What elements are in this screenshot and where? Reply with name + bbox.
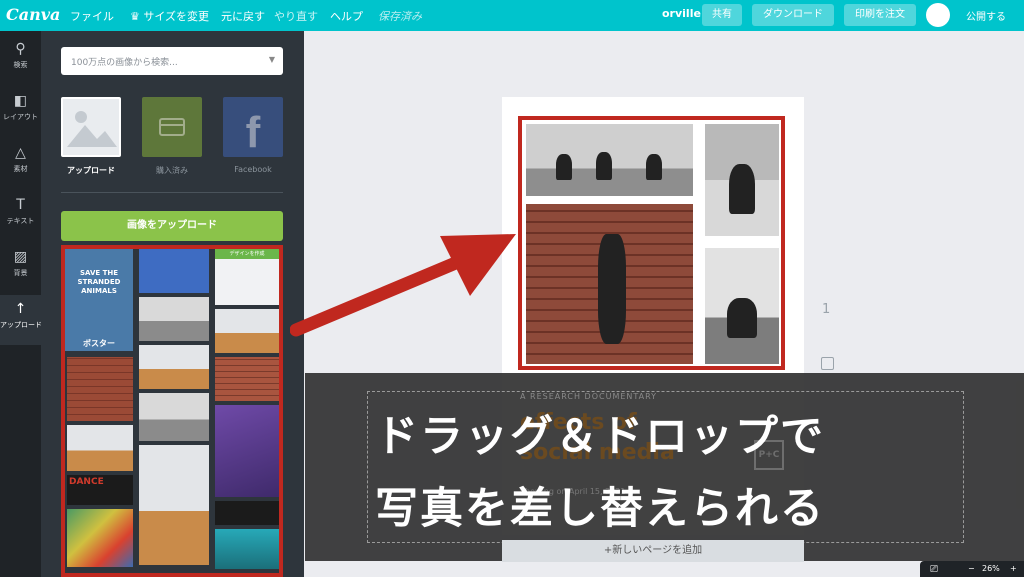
photo-collage[interactable] xyxy=(518,116,785,370)
canva-logo[interactable]: Canva xyxy=(6,5,60,24)
arrow-icon xyxy=(290,234,516,337)
copy-page-icon[interactable] xyxy=(821,357,834,370)
purchased-source-tile[interactable] xyxy=(142,97,202,157)
thumb-colorful[interactable] xyxy=(67,509,133,567)
source-label-facebook: Facebook xyxy=(234,165,272,174)
thumb-brick-dancer[interactable] xyxy=(67,357,133,421)
search-input[interactable]: 100万点の画像から検索... ▼ xyxy=(61,47,283,75)
nav-text[interactable]: T テキスト xyxy=(0,191,41,239)
facebook-icon: f xyxy=(246,108,261,157)
thumb-brick-2[interactable] xyxy=(215,357,279,401)
nav-elements[interactable]: △ 素材 xyxy=(0,139,41,187)
doc-label: A RESEARCH DOCUMENTARY xyxy=(520,392,658,401)
text-icon: T xyxy=(16,197,25,213)
facebook-source-tile[interactable]: f xyxy=(223,97,283,157)
upload-image-button[interactable]: 画像をアップロード xyxy=(61,211,283,241)
nav-upload[interactable]: ↑ アップロード xyxy=(0,295,41,345)
thumb-bw-group[interactable] xyxy=(139,297,209,341)
background-icon: ▨ xyxy=(13,249,28,265)
thumb-studio[interactable] xyxy=(67,425,133,471)
top-bar: Canva ファイル ♛ サイズを変更 元に戻す やり直す ヘルプ 保存済み o… xyxy=(0,0,1024,31)
nav-search[interactable]: ⚲ 検索 xyxy=(0,35,41,83)
thumb-studio-2[interactable] xyxy=(139,345,209,389)
nav-layout[interactable]: ◧ レイアウト xyxy=(0,87,41,135)
collage-photo-4[interactable] xyxy=(705,248,779,364)
image-placeholder-icon xyxy=(67,111,117,147)
user-name[interactable]: orville xyxy=(662,7,701,20)
card-icon xyxy=(159,118,185,136)
menu-file[interactable]: ファイル xyxy=(70,8,114,24)
page-number: 1 xyxy=(822,302,831,317)
thumb-graffiti-2[interactable] xyxy=(215,501,279,525)
caption-line-1: ドラッグ＆ドロップで xyxy=(375,412,825,462)
search-icon: ⚲ xyxy=(15,41,26,57)
thumb-blue-ui[interactable] xyxy=(139,249,209,293)
caption-line-2: 写真を差し替えられる xyxy=(375,484,825,534)
chevron-down-icon[interactable]: ▼ xyxy=(269,55,275,64)
uploaded-images-grid: SAVE THE STRANDED ANIMALS ポスター DANCE デザイ… xyxy=(61,245,283,577)
upload-source-tile[interactable] xyxy=(61,97,121,157)
share-button[interactable]: 共有 xyxy=(702,4,742,26)
menu-redo[interactable]: やり直す xyxy=(274,8,318,24)
zoom-in-button[interactable]: + xyxy=(1010,564,1017,573)
collage-photo-2[interactable] xyxy=(705,124,779,236)
zoom-control: ⎚ − 26% + xyxy=(920,561,1024,577)
nav-background[interactable]: ▨ 背景 xyxy=(0,243,41,291)
add-page-button[interactable]: +新しいページを追加 xyxy=(502,540,804,562)
thumb-graffiti[interactable]: DANCE xyxy=(67,475,133,505)
thumb-studio-3[interactable] xyxy=(215,309,279,353)
thumb-calendar[interactable]: デザインを作成 xyxy=(215,249,279,305)
print-button[interactable]: 印刷を注文 xyxy=(844,4,916,26)
collage-photo-1[interactable] xyxy=(526,124,693,196)
divider xyxy=(61,192,283,193)
upload-panel: 100万点の画像から検索... ▼ f アップロード 購入済み Facebook… xyxy=(41,31,304,577)
upload-icon: ↑ xyxy=(14,301,27,317)
thumb-purple[interactable] xyxy=(215,405,279,497)
source-label-purchased: 購入済み xyxy=(156,166,188,175)
saved-status: 保存済み xyxy=(378,10,422,23)
elements-icon: △ xyxy=(15,145,26,161)
thumb-poster[interactable]: SAVE THE STRANDED ANIMALS ポスター xyxy=(65,249,133,351)
publish-toggle[interactable] xyxy=(926,3,950,27)
present-icon[interactable]: ⎚ xyxy=(930,564,938,575)
download-button[interactable]: ダウンロード xyxy=(752,4,834,26)
left-nav: ⚲ 検索 ◧ レイアウト △ 素材 T テキスト ▨ 背景 ↑ アップロード xyxy=(0,31,41,577)
menu-undo[interactable]: 元に戻す xyxy=(221,8,265,24)
layout-icon: ◧ xyxy=(13,93,28,109)
menu-help[interactable]: ヘルプ xyxy=(330,8,363,24)
zoom-out-button[interactable]: − xyxy=(968,564,975,573)
thumb-bw-2[interactable] xyxy=(139,393,209,441)
collage-photo-3[interactable] xyxy=(526,204,693,364)
svg-text:f: f xyxy=(246,108,261,157)
menu-resize[interactable]: ♛ サイズを変更 xyxy=(130,8,209,24)
source-label-upload: アップロード xyxy=(67,166,115,175)
publish-button[interactable]: 公開する xyxy=(966,8,1006,23)
thumb-teal[interactable] xyxy=(215,529,279,569)
thumb-dance-class[interactable] xyxy=(139,445,209,565)
zoom-level[interactable]: 26% xyxy=(982,564,1000,573)
